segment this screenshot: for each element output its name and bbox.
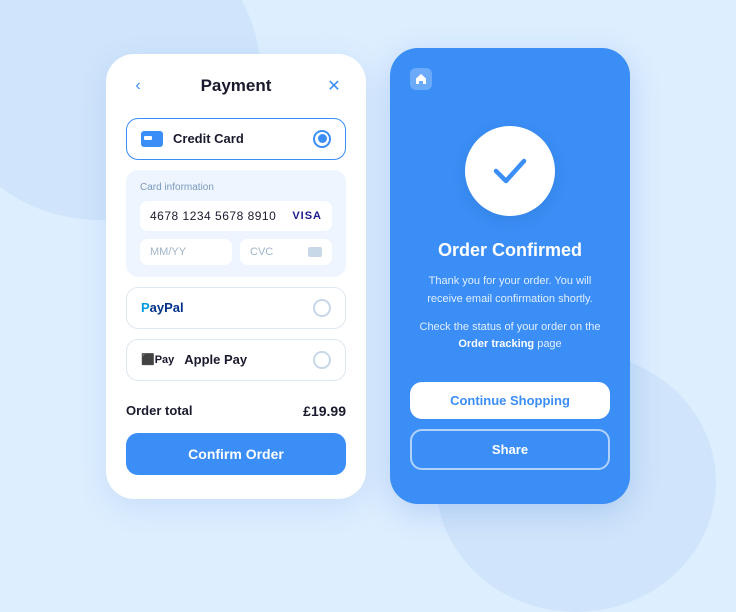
apple-pay-radio[interactable]: [313, 351, 331, 369]
expiry-placeholder: MM/YY: [150, 246, 186, 258]
confirmed-desc-2-prefix: Check the status of your order on the: [420, 321, 601, 333]
expiry-field[interactable]: MM/YY: [140, 239, 232, 265]
continue-shopping-label: Continue Shopping: [450, 393, 570, 408]
apple-pay-icon: ⬛Pay: [141, 353, 174, 366]
card-details-row: MM/YY CVC: [140, 239, 332, 265]
cvc-placeholder: CVC: [250, 246, 273, 258]
screens-container: ‹ Payment ✕ Credit Card Card information…: [106, 48, 630, 503]
credit-card-option[interactable]: Credit Card: [126, 118, 346, 160]
payment-title: Payment: [150, 76, 322, 96]
visa-badge: VISA: [292, 210, 322, 222]
home-icon: [415, 73, 427, 85]
cvc-field[interactable]: CVC: [240, 239, 332, 265]
share-label: Share: [492, 442, 528, 457]
back-button[interactable]: ‹: [126, 74, 150, 98]
continue-shopping-button[interactable]: Continue Shopping: [410, 382, 610, 419]
paypal-radio[interactable]: [313, 299, 331, 317]
paypal-icon: PayPal: [141, 300, 184, 315]
confirmed-desc-2-suffix: page: [534, 338, 562, 350]
close-button[interactable]: ✕: [322, 74, 346, 98]
confirm-order-button[interactable]: Confirm Order: [126, 433, 346, 475]
back-icon: ‹: [135, 77, 140, 95]
confirmed-description-2: Check the status of your order on the Or…: [410, 319, 610, 354]
card-info-label: Card information: [140, 182, 332, 193]
confirmed-title: Order Confirmed: [438, 240, 582, 261]
confirm-order-label: Confirm Order: [188, 446, 284, 462]
credit-card-radio[interactable]: [313, 130, 331, 148]
order-tracking-link[interactable]: Order tracking: [458, 338, 534, 350]
paypal-option-left: PayPal: [141, 300, 184, 315]
paypal-option[interactable]: PayPal: [126, 287, 346, 329]
card-chip-icon: [308, 247, 322, 257]
card-info-section: Card information 4678 1234 5678 8910 VIS…: [126, 170, 346, 277]
apple-pay-option[interactable]: ⬛Pay Apple Pay: [126, 339, 346, 381]
credit-card-label: Credit Card: [173, 131, 244, 146]
confirmed-description-1: Thank you for your order. You will recei…: [410, 273, 610, 308]
checkmark-icon: [487, 148, 533, 194]
payment-screen: ‹ Payment ✕ Credit Card Card information…: [106, 54, 366, 499]
close-icon: ✕: [327, 76, 340, 96]
card-number: 4678 1234 5678 8910: [150, 209, 276, 223]
order-total-row: Order total £19.99: [126, 391, 346, 433]
apple-pay-option-left: ⬛Pay Apple Pay: [141, 352, 247, 367]
payment-header: ‹ Payment ✕: [126, 74, 346, 98]
apple-pay-label: Apple Pay: [184, 352, 247, 367]
share-button[interactable]: Share: [410, 429, 610, 470]
checkmark-circle: [465, 126, 555, 216]
confirmed-header: [410, 68, 610, 90]
order-total-value: £19.99: [303, 403, 346, 419]
credit-card-icon: [141, 131, 163, 147]
order-total-label: Order total: [126, 403, 192, 418]
confirmed-screen: Order Confirmed Thank you for your order…: [390, 48, 630, 503]
home-button[interactable]: [410, 68, 432, 90]
credit-card-option-left: Credit Card: [141, 131, 244, 147]
card-number-row: 4678 1234 5678 8910 VISA: [140, 201, 332, 231]
